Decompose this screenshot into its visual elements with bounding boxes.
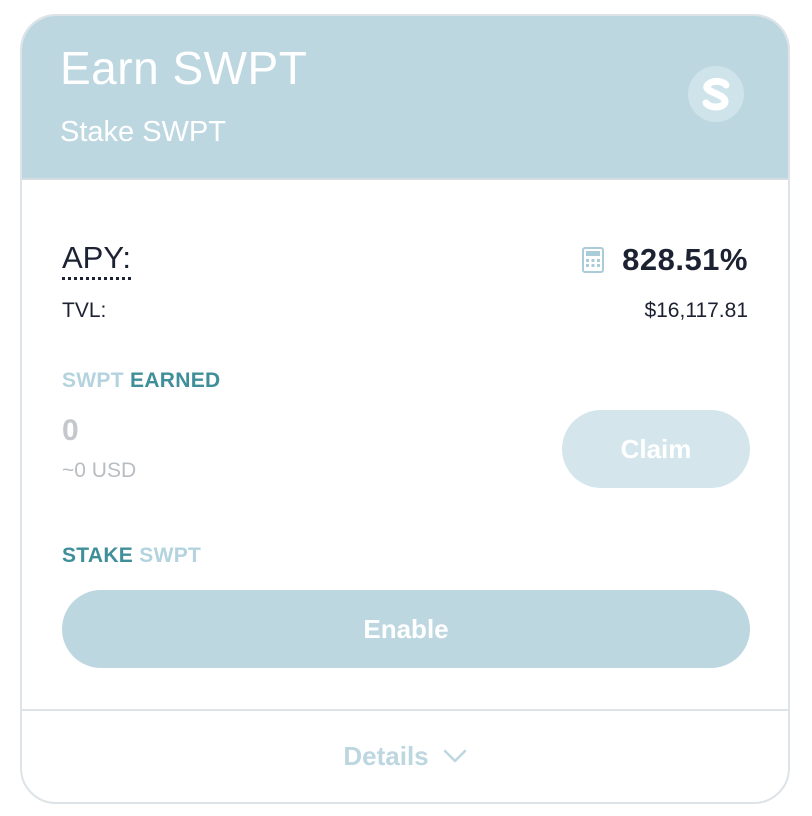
card-subtitle: Stake SWPT [60,116,226,148]
footer-divider [22,709,788,711]
earned-amount: 0 [62,414,79,447]
details-toggle[interactable]: Details [22,726,788,786]
swpt-logo-glyph [702,77,730,111]
tvl-label: TVL: [62,299,107,322]
enable-button[interactable]: Enable [62,590,750,668]
apy-value: 828.51% [622,242,748,277]
card-header: Earn SWPT Stake SWPT [22,16,788,180]
apy-row: APY: 828.51% [62,238,748,282]
farm-card: Earn SWPT Stake SWPT APY: 828.51% TVL: $… [20,14,790,804]
earned-usd-value: ~0 USD [62,459,137,482]
stake-token-name: SWPT [139,544,202,567]
calculator-icon[interactable] [582,247,605,273]
tvl-value: $16,117.81 [644,299,748,322]
earned-token-name: SWPT [62,369,124,392]
stake-label-text: STAKE [62,544,134,567]
tvl-row: TVL: $16,117.81 [62,296,748,326]
details-label: Details [343,740,429,771]
card-title: Earn SWPT [60,42,308,94]
stake-section-label: STAKE SWPT [62,544,201,568]
earned-section-label: SWPT EARNED [62,369,221,393]
chevron-down-icon [443,748,467,764]
apy-label: APY: [62,240,131,280]
earned-label-text: EARNED [130,369,221,392]
swpt-token-logo-icon [688,66,744,122]
claim-button[interactable]: Claim [562,410,750,488]
apy-value-group: 828.51% [582,242,748,278]
